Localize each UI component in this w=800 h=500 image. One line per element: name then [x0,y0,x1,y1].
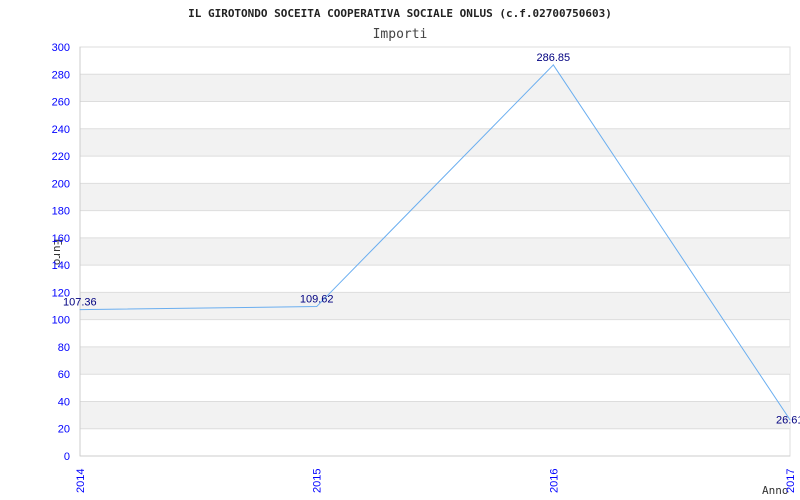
y-tick-label: 0 [64,451,70,463]
grid-band [80,346,790,375]
data-point [316,306,318,308]
y-tick-label: 240 [52,124,70,136]
y-tick-label: 80 [58,342,70,354]
y-tick-label: 40 [58,396,70,408]
x-tick-label: 2016 [548,469,560,493]
grid-band [80,183,790,211]
data-label: 26.61 [776,415,800,427]
grid-band [80,292,790,320]
y-tick-label: 280 [52,69,70,81]
x-tick-label: 2014 [75,469,87,493]
grid-band [80,401,790,429]
chart-subtitle: Importi [373,27,428,42]
y-tick-label: 20 [58,424,70,436]
data-label: 109.62 [300,294,334,306]
y-tick-label: 100 [52,315,70,327]
y-tick-label: 300 [52,42,70,54]
data-label: 107.36 [63,297,97,309]
x-tick-label: 2015 [312,469,324,493]
data-point [79,309,81,311]
y-tick-label: 260 [52,97,70,109]
y-tick-label: 200 [52,178,70,190]
grid-band [80,237,790,266]
data-label: 286.85 [537,52,571,64]
y-tick-label: 220 [52,151,70,163]
x-tick-label: 2017 [785,469,797,493]
data-point [552,64,554,66]
y-tick-label: 140 [52,260,70,272]
y-tick-label: 60 [58,369,70,381]
grid-band [80,128,790,157]
y-tick-label: 160 [52,233,70,245]
y-tick-label: 180 [52,206,70,218]
chart-title: IL GIROTONDO SOCEITA COOPERATIVA SOCIALE… [188,7,612,20]
grid-band [80,74,790,102]
line-chart: IL GIROTONDO SOCEITA COOPERATIVA SOCIALE… [51,7,800,497]
